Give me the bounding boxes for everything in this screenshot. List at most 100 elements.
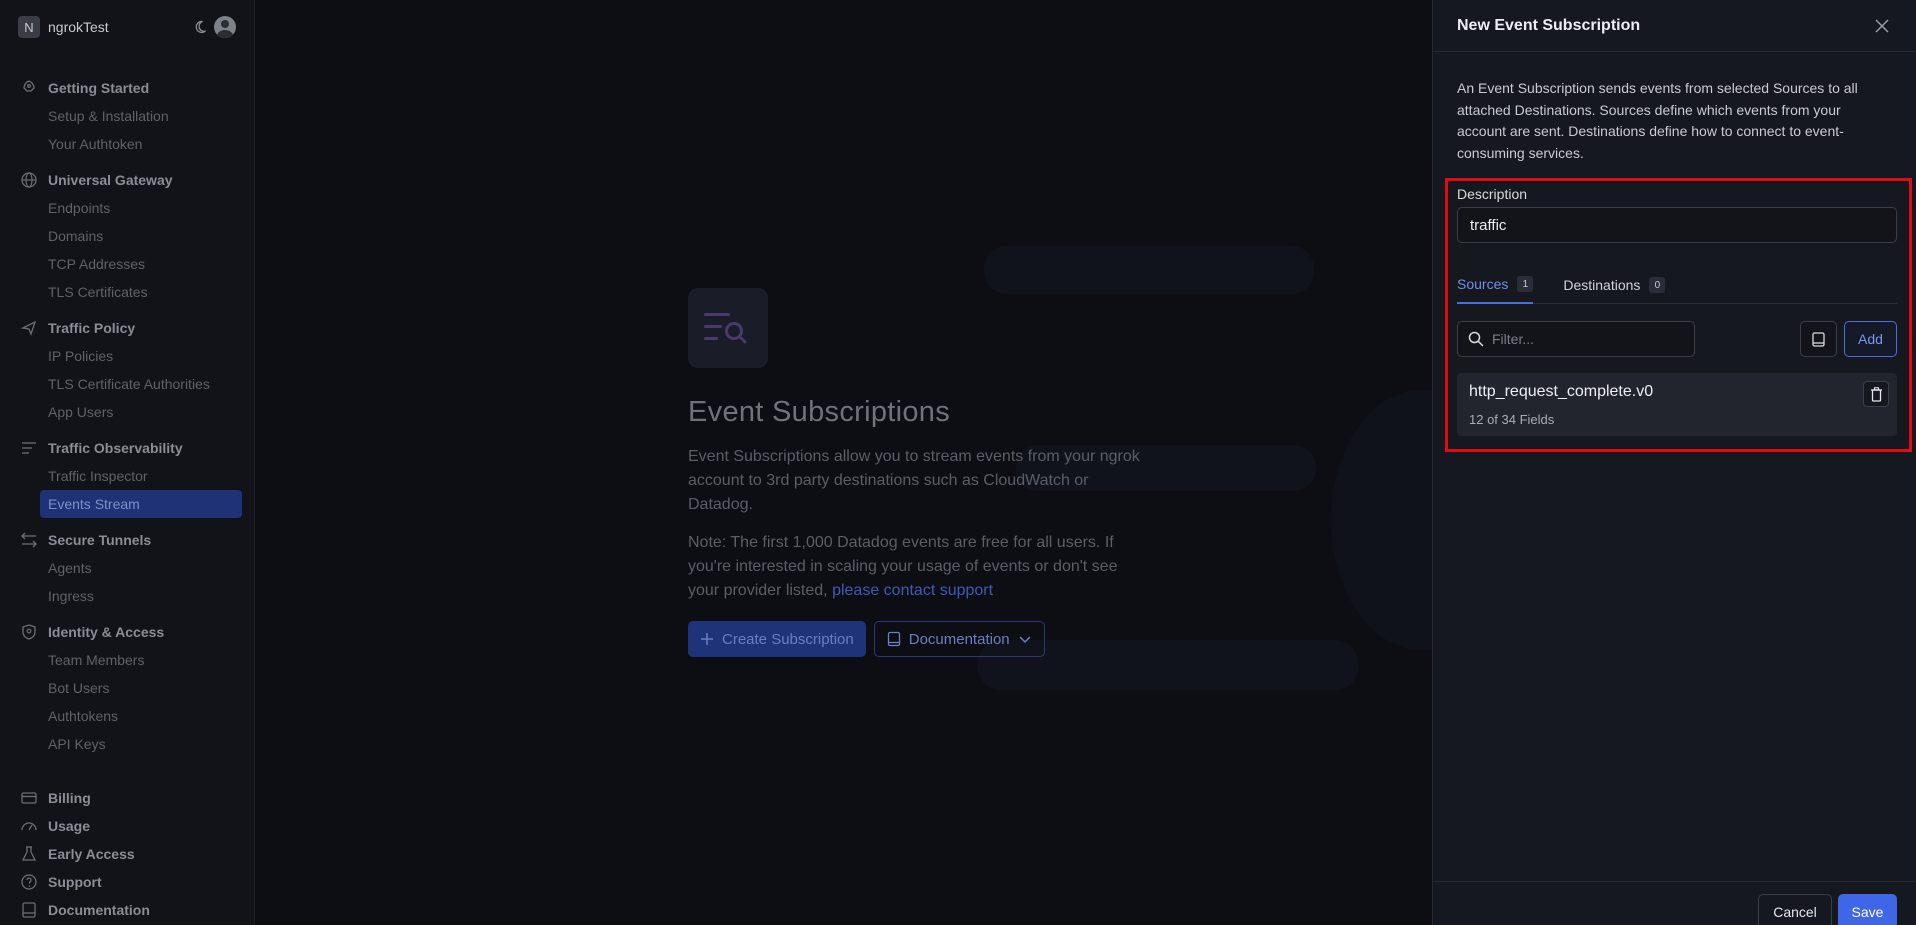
sidebar-item-early-access[interactable]: Early Access xyxy=(0,840,254,868)
save-button[interactable]: Save xyxy=(1838,894,1897,925)
sidebar-header: N ngrokTest xyxy=(0,0,254,54)
search-icon xyxy=(1468,331,1484,347)
org-name[interactable]: ngrokTest xyxy=(48,19,109,35)
sidebar-group-label: Traffic Policy xyxy=(48,320,136,336)
panel-description: An Event Subscription sends events from … xyxy=(1457,80,1858,161)
documentation-label: Documentation xyxy=(908,630,1010,648)
chevron-down-icon xyxy=(1019,636,1031,644)
shield-icon xyxy=(22,624,36,640)
documentation-dropdown[interactable]: Documentation xyxy=(873,621,1045,657)
sidebar-item-authtokens[interactable]: Authtokens xyxy=(0,702,254,730)
sidebar-item-support[interactable]: Support xyxy=(0,868,254,896)
contact-support-link[interactable]: please contact support xyxy=(832,582,993,599)
sidebar-group-label: Getting Started xyxy=(48,80,150,96)
sidebar-item-traffic-inspector[interactable]: Traffic Inspector xyxy=(0,462,254,490)
sidebar-group-getting-started[interactable]: Getting Started xyxy=(0,74,254,102)
create-subscription-button[interactable]: Create Subscription xyxy=(688,621,866,657)
sidebar-item-documentation[interactable]: Documentation xyxy=(0,896,254,924)
panel-title: New Event Subscription xyxy=(1457,16,1641,34)
sidebar-item-tls-certificates[interactable]: TLS Certificates xyxy=(0,278,254,306)
close-icon xyxy=(1875,18,1889,33)
sidebar: N ngrokTest Getting Started Setup & Insta… xyxy=(0,0,255,925)
filter-field[interactable] xyxy=(1457,321,1695,357)
sidebar-item-tcp-addresses[interactable]: TCP Addresses xyxy=(0,250,254,278)
sidebar-item-ip-policies[interactable]: IP Policies xyxy=(0,342,254,370)
sidebar-item-billing[interactable]: Billing xyxy=(0,784,254,812)
main-content: Event Subscriptions Event Subscriptions … xyxy=(256,0,1511,925)
moon-icon[interactable] xyxy=(192,19,208,35)
globe-icon xyxy=(21,172,37,188)
panel-footer: Cancel Save xyxy=(1433,881,1916,925)
create-subscription-label: Create Subscription xyxy=(722,630,854,648)
sidebar-item-label: Billing xyxy=(48,790,91,806)
source-fields-count: 12 of 34 Fields xyxy=(1469,412,1555,427)
trash-icon xyxy=(1870,386,1882,402)
sidebar-group-traffic-policy[interactable]: Traffic Policy xyxy=(0,314,254,342)
sidebar-nav-bottom: Billing Usage Early Access Support Documenta… xyxy=(0,784,254,924)
sidebar-item-usage[interactable]: Usage xyxy=(0,812,254,840)
tab-sources-label: Sources xyxy=(1457,276,1509,292)
help-icon xyxy=(21,874,37,890)
tab-destinations-count: 0 xyxy=(1649,277,1666,293)
tab-destinations-label: Destinations xyxy=(1563,277,1641,293)
org-avatar[interactable]: N xyxy=(18,16,40,38)
description-label: Description xyxy=(1457,186,1528,202)
user-avatar[interactable] xyxy=(214,16,236,38)
arrows-icon xyxy=(21,532,37,548)
empty-actions: Create Subscription Documentation xyxy=(688,621,1148,657)
sidebar-item-endpoints[interactable]: Endpoints xyxy=(0,194,254,222)
sidebar-item-bot-users[interactable]: Bot Users xyxy=(0,674,254,702)
source-list-item[interactable]: http_request_complete.v0 12 of 34 Fields xyxy=(1457,373,1897,436)
sidebar-item-agents[interactable]: Agents xyxy=(0,554,254,582)
panel-header: New Event Subscription xyxy=(1433,0,1916,52)
sidebar-item-domains[interactable]: Domains xyxy=(0,222,254,250)
sidebar-group-universal-gateway[interactable]: Universal Gateway xyxy=(0,166,254,194)
sidebar-item-tls-certificate-authorities[interactable]: TLS Certificate Authorities xyxy=(0,370,254,398)
sidebar-group-secure-tunnels[interactable]: Secure Tunnels xyxy=(0,526,254,554)
sidebar-nav: Getting Started Setup & Installation Your … xyxy=(0,54,254,766)
sidebar-item-setup-installation[interactable]: Setup & Installation xyxy=(0,102,254,130)
sidebar-item-team-members[interactable]: Team Members xyxy=(0,646,254,674)
book-icon xyxy=(22,902,36,918)
cancel-button[interactable]: Cancel xyxy=(1758,894,1832,925)
tab-destinations[interactable]: Destinations 0 xyxy=(1563,266,1666,304)
sidebar-group-label: Traffic Observability xyxy=(48,440,183,456)
sidebar-item-ingress[interactable]: Ingress xyxy=(0,582,254,610)
sidebar-item-label: Usage xyxy=(48,818,91,834)
sidebar-item-events-stream[interactable]: Events Stream xyxy=(40,490,242,518)
sidebar-item-api-keys[interactable]: API Keys xyxy=(0,730,254,758)
page-note: Note: The first 1,000 Datadog events are… xyxy=(688,531,1148,603)
empty-state: Event Subscriptions Event Subscriptions … xyxy=(688,288,1148,657)
tab-sources[interactable]: Sources 1 xyxy=(1457,266,1534,304)
gauge-icon xyxy=(21,822,37,831)
filter-input[interactable] xyxy=(1492,331,1682,347)
delete-source-button[interactable] xyxy=(1863,381,1889,407)
source-name: http_request_complete.v0 xyxy=(1469,383,1654,400)
flask-icon xyxy=(21,846,37,861)
tab-sources-count: 1 xyxy=(1517,276,1534,292)
book-icon xyxy=(1812,331,1825,347)
description-input[interactable] xyxy=(1457,207,1897,243)
new-event-subscription-panel: New Event Subscription An Event Subscrip… xyxy=(1432,0,1916,925)
sidebar-item-app-users[interactable]: App Users xyxy=(0,398,254,426)
background-decoration xyxy=(984,246,1314,294)
sidebar-item-your-authtoken[interactable]: Your Authtoken xyxy=(0,130,254,158)
page-title: Event Subscriptions xyxy=(688,396,950,428)
docs-button[interactable] xyxy=(1800,321,1837,357)
list-icon xyxy=(22,442,36,454)
sidebar-group-traffic-observability[interactable]: Traffic Observability xyxy=(0,434,254,462)
sidebar-item-label: Documentation xyxy=(48,902,150,918)
policy-icon xyxy=(20,320,37,336)
close-button[interactable] xyxy=(1872,16,1892,36)
add-source-button[interactable]: Add xyxy=(1844,321,1897,357)
sidebar-group-identity-access[interactable]: Identity & Access xyxy=(0,618,254,646)
panel-tabs: Sources 1 Destinations 0 xyxy=(1457,266,1897,304)
rocket-icon xyxy=(23,80,35,92)
sidebar-group-label: Secure Tunnels xyxy=(48,532,152,548)
